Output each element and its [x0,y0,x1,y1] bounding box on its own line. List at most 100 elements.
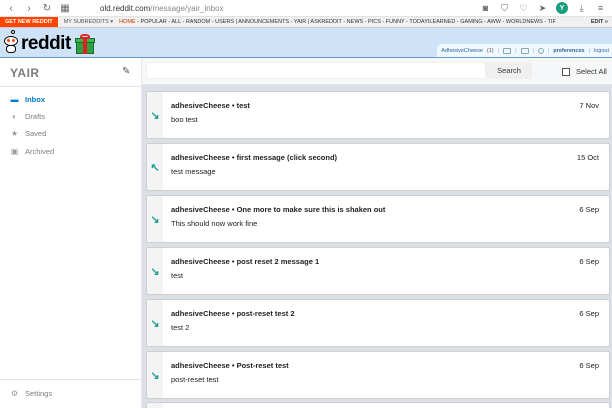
message-body: post-reset test [171,375,219,384]
logout-link[interactable]: logout [594,48,609,54]
heart-icon[interactable]: ♡ [518,3,529,14]
star-icon: ★ [10,129,19,138]
username-link[interactable]: AdhesiveCheese [441,48,483,54]
separator: | [532,47,534,54]
sidebar-item-settings[interactable]: ⚙ Settings [10,389,52,398]
gear-icon: ⚙ [10,389,19,398]
message-select-strip[interactable]: ↘ [147,300,163,346]
sidebar-item-drafts[interactable]: ◐ Drafts [10,112,45,121]
reload-icon[interactable]: ↻ [40,1,54,15]
message-select-strip[interactable]: ↘ [147,352,163,398]
search-button[interactable]: Search [486,62,532,79]
divider [0,379,141,380]
message-row[interactable]: ↘ adhesiveCheese • One more to make sure… [146,195,610,243]
message-select-strip[interactable]: ↖ [147,144,163,190]
preferences-link[interactable]: preferences [553,48,584,54]
search-input[interactable] [146,62,486,79]
message-list-area: Search Select All ↘ adhesiveCheese • tes… [142,58,612,408]
send-icon[interactable]: ➤ [537,3,548,14]
sidebar-item-archived[interactable]: ▣ Archived [10,147,54,156]
message-row[interactable]: ↘ adhesiveCheese • test 7 Nov boo test [146,91,610,139]
sidebar-item-inbox[interactable]: ▬ Inbox [10,95,46,104]
message-select-strip[interactable] [147,403,163,408]
select-all-checkbox[interactable] [562,67,570,76]
gift-icon [74,34,95,54]
compose-icon[interactable]: ✎ [122,66,130,77]
message-row[interactable]: ↘ adhesiveCheese • post-reset test 2 6 S… [146,299,610,347]
subreddit-links[interactable]: HOME - POPULAR - ALL - RANDOM - USERS | … [119,19,556,25]
message-date: 6 Sep [579,257,599,266]
tabs-grid-icon[interactable]: ▦ [58,1,72,15]
message-subject[interactable]: adhesiveCheese • post reset 2 message 1 [171,257,319,266]
reddit-wordmark: reddit [21,33,71,54]
modmail-icon[interactable] [537,47,544,54]
separator: | [588,47,590,54]
message-subject[interactable]: adhesiveCheese • test [171,101,250,110]
message-select-strip[interactable]: ↘ [147,196,163,242]
message-date: 7 Nov [579,101,599,110]
message-subject[interactable]: adhesiveCheese • post-reset test 2 [171,309,295,318]
sidebar-item-label: Saved [25,129,47,138]
shield-icon[interactable]: ⛉ [499,3,510,14]
incoming-arrow-icon: ↘ [150,213,160,226]
select-all[interactable]: Select All [562,67,607,76]
message-date: 6 Sep [579,361,599,370]
forward-icon[interactable]: › [22,1,36,15]
sidebar-item-saved[interactable]: ★ Saved [10,129,46,138]
incoming-arrow-icon: ↘ [150,317,160,330]
separator: | [497,47,500,54]
reddit-logo[interactable]: reddit [3,30,95,54]
back-icon[interactable]: ‹ [4,1,18,15]
user-bar: AdhesiveCheese (1) | | | | preferences |… [437,44,612,57]
camera-icon[interactable]: ◙ [480,3,491,14]
sidebar-item-label: Archived [25,147,55,156]
message-row[interactable]: ↖ adhesiveCheese • first message (click … [146,143,610,191]
incoming-arrow-icon: ↘ [150,369,160,382]
mail-icon[interactable] [520,47,529,54]
browser-toolbar: ‹ › ↻ ▦ old.reddit.com/message/yair_inbo… [0,0,612,17]
message-subject[interactable]: adhesiveCheese • first message (click se… [171,153,337,162]
url-path: /message/yair_inbox [150,4,224,13]
subreddit-bar: GET NEW REDDIT MY SUBREDDITS ▾ HOME - PO… [0,17,612,28]
chat-icon[interactable] [503,47,512,54]
divider [0,86,141,87]
profile-avatar[interactable]: Y [556,2,568,14]
my-subreddits-dropdown[interactable]: MY SUBREDDITS ▾ [64,19,113,25]
snoo-icon [3,30,19,54]
message-row[interactable]: ↘ adhesiveCheese • post reset 2 message … [146,247,610,295]
message-row[interactable] [146,402,610,408]
site-header: reddit AdhesiveCheese (1) | | | | prefer… [0,28,612,58]
url-host: old.reddit.com [100,4,151,13]
outgoing-arrow-icon: ↖ [150,161,160,174]
karma-count: (1) [486,47,494,54]
message-body: test message [171,167,216,176]
sidebar-item-label: Inbox [25,95,45,104]
search-toolbar: Search Select All [142,58,612,85]
incoming-arrow-icon: ↘ [150,265,160,278]
archive-icon: ▣ [10,147,19,156]
download-icon[interactable]: ⤓ [576,3,587,14]
message-body: boo test [171,115,198,124]
message-date: 6 Sep [579,309,599,318]
message-body: test 2 [171,323,190,332]
home-link[interactable]: HOME [119,19,136,25]
message-body: test [171,271,184,280]
message-select-strip[interactable]: ↘ [147,92,163,138]
drafts-icon: ◐ [12,112,17,121]
message-date: 15 Oct [576,153,599,162]
message-row[interactable]: ↘ adhesiveCheese • Post-reset test 6 Sep… [146,351,610,399]
subreddit-list[interactable]: - POPULAR - ALL - RANDOM - USERS | ANNOU… [136,19,556,25]
inbox-icon: ▬ [10,95,19,104]
edit-subreddits-link[interactable]: EDIT » [587,17,608,27]
separator: | [515,47,517,54]
get-new-reddit-link[interactable]: GET NEW REDDIT [0,17,58,27]
message-select-strip[interactable]: ↘ [147,248,163,294]
address-bar[interactable]: old.reddit.com/message/yair_inbox [100,3,470,14]
message-subject[interactable]: adhesiveCheese • One more to make sure t… [171,205,385,214]
incoming-arrow-icon: ↘ [150,109,160,122]
sidebar-item-label: Drafts [25,112,46,121]
sidebar-item-label: Settings [25,389,53,398]
menu-icon[interactable]: ≡ [595,3,606,14]
message-subject[interactable]: adhesiveCheese • Post-reset test [171,361,289,370]
select-all-label: Select All [576,67,607,76]
